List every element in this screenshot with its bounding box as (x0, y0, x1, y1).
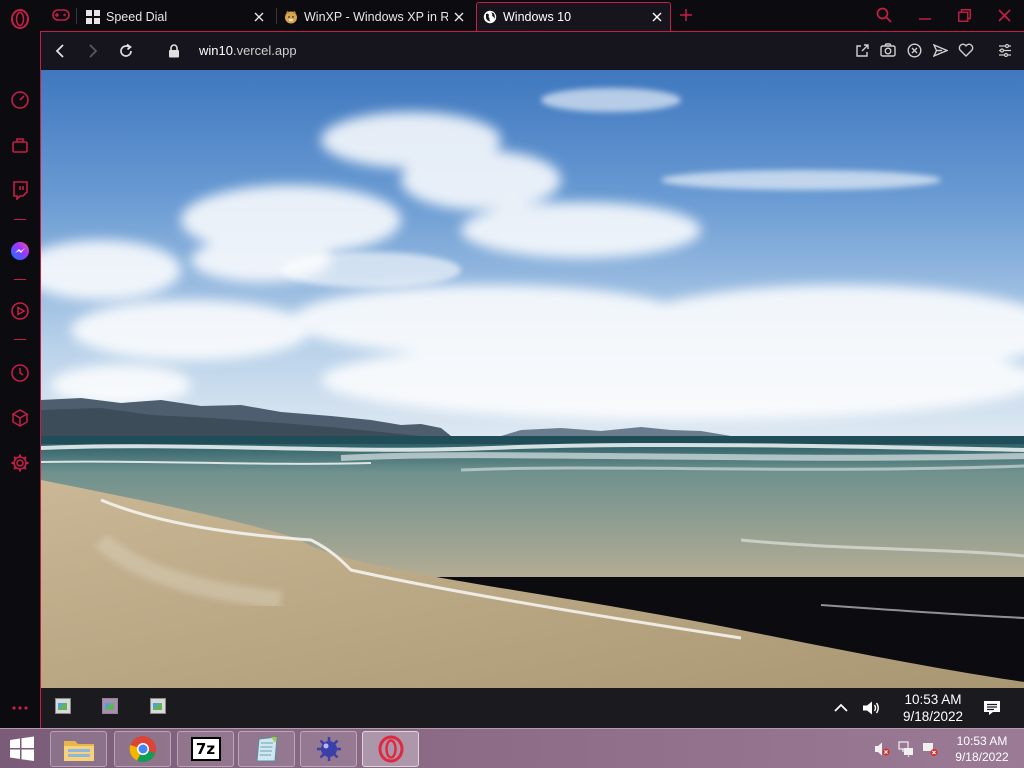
tab-title: Windows 10 (503, 10, 572, 24)
close-icon[interactable] (252, 10, 266, 24)
minimize-icon[interactable] (912, 4, 938, 26)
easy-setup-icon[interactable] (996, 41, 1014, 59)
clock-time: 10:53 AM (904, 692, 962, 707)
7zip-icon[interactable]: 7z (177, 731, 234, 767)
volume-icon[interactable] (862, 699, 880, 717)
briefcase-icon[interactable] (9, 134, 31, 156)
network-icon[interactable] (898, 741, 914, 757)
host-taskbar: 7z 10:53 AM 9/18/2022 (0, 728, 1024, 768)
7zip-label: 7z (190, 737, 221, 761)
share-icon[interactable] (853, 41, 871, 59)
ad-block-icon[interactable] (905, 41, 923, 59)
gamepad-icon[interactable] (48, 4, 74, 26)
broken-image-icon[interactable] (55, 698, 73, 716)
chevron-up-icon[interactable] (832, 699, 850, 717)
file-explorer-icon[interactable] (50, 731, 107, 767)
tab-title: Speed Dial (106, 9, 168, 24)
url-host: win10 (199, 43, 233, 58)
clock-date: 9/18/2022 (955, 750, 1009, 764)
url-domain: .vercel.app (232, 43, 297, 58)
chrome-icon[interactable] (114, 731, 171, 767)
settings-gear-icon[interactable] (9, 452, 31, 474)
opera-icon[interactable] (362, 731, 419, 767)
mine-icon[interactable] (300, 731, 357, 767)
broken-image-icon[interactable] (102, 698, 120, 716)
close-icon[interactable] (452, 10, 466, 24)
web-page-viewport[interactable]: 10:53 AM 9/18/2022 (40, 70, 1024, 728)
opera-menu-icon[interactable] (9, 8, 31, 30)
lock-icon[interactable] (163, 40, 185, 62)
emulated-clock[interactable]: 10:53 AM 9/18/2022 (893, 691, 973, 725)
emulated-taskbar: 10:53 AM 9/18/2022 (41, 688, 1024, 728)
opera-sidebar (0, 0, 40, 728)
restore-icon[interactable] (951, 4, 977, 26)
tab-strip: Speed Dial WinXP - Windows XP in Re Wind… (40, 0, 1024, 31)
forward-arrow-icon[interactable] (82, 40, 104, 62)
send-icon[interactable] (931, 41, 949, 59)
tab-winxp[interactable]: WinXP - Windows XP in Re (278, 2, 472, 31)
heart-bookmark-icon[interactable] (957, 41, 975, 59)
notepad-icon[interactable] (238, 731, 295, 767)
more-dots-icon[interactable] (9, 697, 31, 719)
url-field[interactable]: win10.vercel.app (199, 43, 297, 58)
action-center-icon[interactable] (983, 699, 1001, 717)
messenger-icon[interactable] (9, 240, 31, 262)
sidebar-divider (14, 339, 26, 340)
player-icon[interactable] (9, 300, 31, 322)
globe-icon (483, 10, 497, 24)
host-clock[interactable]: 10:53 AM 9/18/2022 (952, 733, 1012, 765)
camera-snapshot-icon[interactable] (879, 41, 897, 59)
tab-separator (276, 8, 277, 24)
clock-time: 10:53 AM (956, 734, 1008, 748)
search-tabs-icon[interactable] (871, 4, 897, 26)
close-window-icon[interactable] (991, 4, 1017, 26)
network-disconnected-icon[interactable] (922, 741, 938, 757)
reload-icon[interactable] (115, 40, 137, 62)
clock-date: 9/18/2022 (902, 709, 964, 724)
tab-speed-dial[interactable]: Speed Dial (80, 2, 272, 31)
doge-icon (284, 10, 298, 24)
tab-separator (76, 8, 77, 24)
history-clock-icon[interactable] (9, 362, 31, 384)
speedometer-icon[interactable] (9, 89, 31, 111)
twitch-icon[interactable] (9, 179, 31, 201)
tab-windows-10[interactable]: Windows 10 (476, 2, 671, 31)
address-bar: win10.vercel.app (40, 31, 1024, 70)
sidebar-divider (14, 219, 26, 220)
speaker-muted-icon[interactable] (874, 741, 890, 757)
windows-start-icon[interactable] (8, 736, 38, 762)
extensions-cube-icon[interactable] (9, 407, 31, 429)
broken-image-icon[interactable] (150, 698, 168, 716)
new-tab-plus-icon[interactable] (673, 4, 699, 26)
grid-icon (86, 9, 100, 24)
tab-title: WinXP - Windows XP in Re (304, 9, 448, 24)
back-arrow-icon[interactable] (49, 40, 71, 62)
close-icon[interactable] (650, 10, 664, 24)
sidebar-divider (14, 279, 26, 280)
desktop-wallpaper[interactable] (41, 70, 1024, 688)
